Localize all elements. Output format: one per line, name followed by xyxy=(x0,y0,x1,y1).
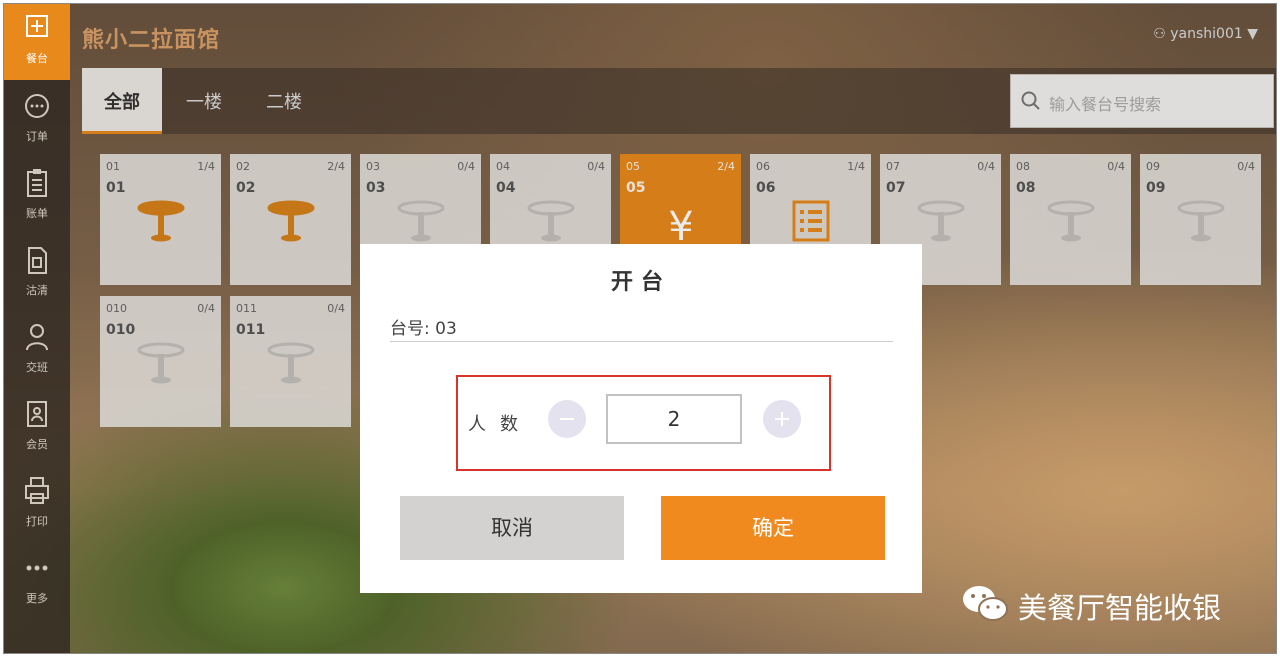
cancel-button[interactable]: 取消 xyxy=(400,496,624,560)
guest-count-input[interactable]: 2 xyxy=(606,394,742,444)
document-icon xyxy=(28,247,47,274)
wechat-icon xyxy=(963,586,1008,621)
sidebar-item-bills[interactable]: 账单 xyxy=(4,159,70,235)
clipboard-icon xyxy=(27,169,47,197)
sidebar-item-shift[interactable]: 交班 xyxy=(4,313,70,389)
sidebar-item-label: 账单 xyxy=(26,207,48,220)
decrement-button[interactable] xyxy=(548,400,586,438)
divider xyxy=(390,341,893,342)
sidebar-item-print[interactable]: 打印 xyxy=(4,467,70,543)
sidebar-item-label: 交班 xyxy=(26,361,48,374)
app-window: 餐台 订单 账单 沽清 交班 会员 打印 更多 熊小二拉面馆 ⚇ yanshi0… xyxy=(3,3,1277,654)
sidebar-item-more[interactable]: 更多 xyxy=(4,544,70,620)
sidebar-item-tables[interactable]: 餐台 xyxy=(4,4,70,80)
plus-icon xyxy=(775,412,789,426)
increment-button[interactable] xyxy=(763,400,801,438)
printer-icon xyxy=(25,477,49,504)
table-number: 台号: 03 xyxy=(390,319,457,339)
confirm-button[interactable]: 确定 xyxy=(661,496,885,560)
sidebar: 餐台 订单 账单 沽清 交班 会员 打印 更多 xyxy=(4,4,70,653)
sidebar-item-orders[interactable]: 订单 xyxy=(4,82,70,158)
dialog-title: 开台 xyxy=(610,270,671,295)
sidebar-item-label: 打印 xyxy=(26,515,48,528)
person-icon xyxy=(26,324,48,351)
minus-icon xyxy=(560,418,574,420)
sidebar-item-soldout[interactable]: 沽清 xyxy=(4,236,70,312)
watermark-text: 美餐厅智能收银 xyxy=(1018,591,1222,625)
chat-bubble-icon xyxy=(25,94,49,118)
plus-square-icon xyxy=(26,15,48,37)
sidebar-item-members[interactable]: 会员 xyxy=(4,390,70,466)
open-table-dialog: 开台 台号: 03 人数 2 取消 确定 xyxy=(360,244,922,593)
sidebar-item-label: 更多 xyxy=(26,592,48,605)
sidebar-item-label: 餐台 xyxy=(26,52,48,65)
member-card-icon xyxy=(27,401,47,427)
more-dots-icon xyxy=(26,565,48,571)
sidebar-item-label: 订单 xyxy=(26,130,48,143)
guests-label: 人数 xyxy=(468,414,532,435)
guest-count-box: 人数 2 xyxy=(456,375,831,471)
sidebar-item-label: 沽清 xyxy=(26,284,48,297)
sidebar-item-label: 会员 xyxy=(26,438,48,451)
